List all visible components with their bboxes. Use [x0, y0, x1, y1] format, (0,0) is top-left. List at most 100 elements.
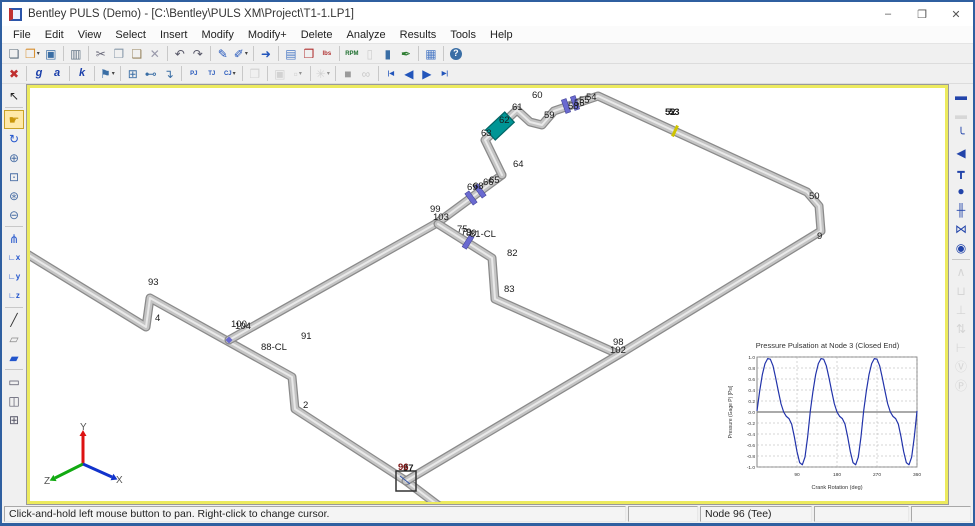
units-lbs-button[interactable]: lbs	[318, 45, 336, 63]
segment-tool-button[interactable]: ⊞	[124, 65, 142, 83]
rpm-gauge-button[interactable]: RPM	[343, 45, 361, 63]
flag-tool-button[interactable]: ⚑▾	[98, 65, 117, 83]
highlight-tool-button[interactable]: ▰	[4, 348, 24, 367]
paste-icon: ❑	[131, 48, 142, 60]
menu-results[interactable]: Results	[393, 27, 444, 43]
pipe-segment-button[interactable]: ▬	[951, 86, 971, 105]
window-quad-button[interactable]: ⊞	[4, 410, 24, 429]
minimize-button[interactable]: –	[871, 2, 905, 26]
close-button[interactable]: ✕	[939, 2, 973, 26]
menu-help[interactable]: Help	[483, 27, 520, 43]
zoom-dynamic-button[interactable]: ⊛	[4, 186, 24, 205]
toolbar-separator	[378, 66, 379, 81]
cut-button[interactable]: ✂	[92, 45, 110, 63]
draw-pipe-button[interactable]: ✎	[214, 45, 232, 63]
reducer-fitting-button[interactable]: ◀	[951, 143, 971, 162]
view-y-button[interactable]: ∟y	[4, 267, 24, 286]
status-panel-5	[911, 506, 971, 522]
node-label: 53	[669, 107, 680, 118]
restore-button[interactable]: ❐	[905, 2, 939, 26]
insert-next-button[interactable]: ➜	[257, 45, 275, 63]
menu-modify[interactable]: Modify	[194, 27, 240, 43]
model-viewport[interactable]: 93410010488-CL9129796981029910375798081-…	[26, 84, 949, 505]
delete-results-button[interactable]: ✖	[5, 65, 23, 83]
report-button[interactable]: ▦	[422, 45, 440, 63]
print-button[interactable]: ▥	[67, 45, 85, 63]
window-split-button[interactable]: ◫	[4, 391, 24, 410]
node-label: 103	[433, 212, 449, 223]
draw-eis-button[interactable]: ✐▾	[232, 45, 250, 63]
pipe-segment-icon: ▬	[955, 90, 967, 102]
pump-fitting-icon: ◉	[956, 242, 966, 254]
node-label: 66	[483, 177, 494, 188]
save-file-button[interactable]: ▣	[42, 45, 60, 63]
node-label: 60	[532, 90, 543, 101]
input-grid-button[interactable]: ▤	[282, 45, 300, 63]
gravity-point-button[interactable]: g	[30, 65, 48, 83]
gravity-point-icon: g	[36, 68, 43, 79]
status-message: Click-and-hold left mouse button to pan.…	[4, 506, 626, 522]
view-z-button[interactable]: ∟z	[4, 286, 24, 305]
tee-fitting-button[interactable]: ┳	[951, 162, 971, 181]
zoom-window-button[interactable]: ⊡	[4, 167, 24, 186]
menu-view[interactable]: View	[71, 27, 109, 43]
bend-cj-button[interactable]: CJ▾	[221, 65, 239, 83]
menu-modify[interactable]: Modify+	[241, 27, 294, 43]
delete-button[interactable]: ✕	[146, 45, 164, 63]
nav-next-button[interactable]: ▶	[418, 65, 436, 83]
help-button[interactable]: ?	[447, 45, 465, 63]
view-z-icon: ∟z	[8, 292, 20, 300]
valve-fitting-button[interactable]: ⋈	[951, 219, 971, 238]
k-point-button[interactable]: k	[73, 65, 91, 83]
stop-analysis-button[interactable]: ■	[339, 65, 357, 83]
iso-view-icon: ⋔	[9, 233, 19, 245]
script-editor-button[interactable]: ✒	[397, 45, 415, 63]
paste-button[interactable]: ❑	[128, 45, 146, 63]
select-tool-button[interactable]: ↖	[4, 86, 24, 105]
bend-tool-button[interactable]: ↴	[160, 65, 178, 83]
menu-select[interactable]: Select	[108, 27, 153, 43]
pump-fitting-button[interactable]: ◉	[951, 238, 971, 257]
database-button[interactable]: ▮	[379, 45, 397, 63]
view-x-button[interactable]: ∟x	[4, 248, 24, 267]
copy-button[interactable]: ❐	[110, 45, 128, 63]
valve-point-icon: Ⓥ	[955, 361, 967, 373]
zoom-extents-button[interactable]: ⊕	[4, 148, 24, 167]
nav-first-button[interactable]: |◀	[382, 65, 400, 83]
iso-view-button[interactable]: ⋔	[4, 229, 24, 248]
elbow-fitting-button[interactable]: ╰	[951, 124, 971, 143]
menu-edit[interactable]: Edit	[38, 27, 71, 43]
accel-point-button[interactable]: a	[48, 65, 66, 83]
nav-last-button[interactable]: ▶|	[436, 65, 454, 83]
new-file-button[interactable]: ❏	[5, 45, 23, 63]
open-file-button[interactable]: ❒▾	[23, 45, 42, 63]
link-tool-icon: ∞	[362, 68, 371, 80]
zoom-out-button[interactable]: ⊖	[4, 205, 24, 224]
flange-fitting-button[interactable]: ╫	[951, 200, 971, 219]
menu-analyze[interactable]: Analyze	[339, 27, 392, 43]
axis-y-label: Y	[80, 422, 87, 433]
nav-prev-button[interactable]: ◀	[400, 65, 418, 83]
view-toolbar: ↖ ☛↻ ⊕ ⊡⊛⊖ ⋔ ∟x∟y ∟z ╱▱▰ ▭◫⊞	[2, 84, 26, 505]
menu-insert[interactable]: Insert	[153, 27, 195, 43]
chart-ytick-label: -1.0	[747, 465, 756, 471]
rotate-view-button[interactable]: ↻	[4, 129, 24, 148]
insert-run-button[interactable]: ⊷	[142, 65, 160, 83]
node-label: 83	[504, 284, 515, 295]
undo-button[interactable]: ↶	[171, 45, 189, 63]
menu-file[interactable]: File	[6, 27, 38, 43]
draw-line-button[interactable]: ╱	[4, 310, 24, 329]
window-single-button[interactable]: ▭	[4, 372, 24, 391]
load-library-button[interactable]: ❒	[300, 45, 318, 63]
measure-tool-button[interactable]: ▱	[4, 329, 24, 348]
script-editor-icon: ✒	[401, 48, 411, 60]
bend-tj-button[interactable]: TJ	[203, 65, 221, 83]
menu-tools[interactable]: Tools	[443, 27, 483, 43]
cap-fitting-button[interactable]: ●	[951, 181, 971, 200]
menu-delete[interactable]: Delete	[294, 27, 340, 43]
copy-window-icon: ❐	[249, 68, 260, 80]
redo-button[interactable]: ↷	[189, 45, 207, 63]
pan-tool-button[interactable]: ☛	[4, 110, 24, 129]
bend-pj-button[interactable]: PJ	[185, 65, 203, 83]
zoom-extents-icon: ⊕	[9, 152, 19, 164]
